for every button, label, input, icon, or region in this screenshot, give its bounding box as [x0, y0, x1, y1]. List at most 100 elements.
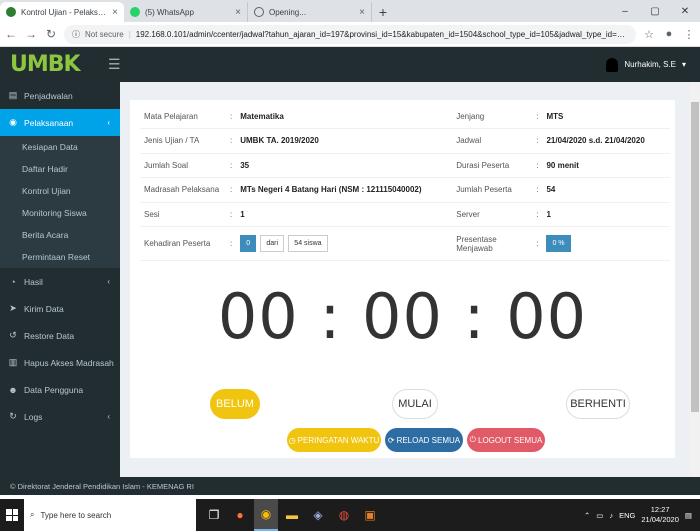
button-label: RELOAD SEMUA — [396, 435, 461, 445]
tab-opening[interactable]: Opening... × — [248, 2, 372, 22]
tab-title: (5) WhatsApp — [145, 7, 194, 17]
value-kehadiran: 0 dari 54 siswa — [236, 226, 453, 261]
mulai-button[interactable]: MULAI — [392, 389, 438, 419]
button-label: PERINGATAN WAKTU — [297, 435, 380, 445]
pdf-reader-icon[interactable]: ◍ — [332, 499, 356, 531]
reload-semua-button[interactable]: ⟳ RELOAD SEMUA — [385, 428, 463, 452]
countdown-timer: 00 : 00 : 00 — [217, 280, 588, 353]
window-controls: – ▢ ✕ — [610, 0, 700, 22]
sidebar-sub-berita-acara[interactable]: Berita Acara — [0, 224, 120, 246]
sidebar-item-label: Kirim Data — [24, 303, 64, 314]
logo[interactable]: UMBK — [0, 47, 120, 82]
colon: : — [532, 104, 543, 129]
address-bar[interactable]: ⓘ Not secure | 192.168.0.101/admin/ccent… — [64, 24, 636, 44]
maximize-icon[interactable]: ▢ — [640, 6, 670, 17]
power-icon: ⏻ — [469, 435, 476, 444]
colon: : — [226, 104, 237, 129]
sidebar-sub-kontrol-ujian[interactable]: Kontrol Ujian — [0, 180, 120, 202]
reload-icon[interactable]: ↻ — [44, 27, 58, 41]
url-text[interactable]: 192.168.0.101/admin/ccenter/jadwal?tahun… — [136, 30, 628, 39]
sidebar-item-hasil[interactable]: ◔ Hasil ‹ — [0, 268, 120, 295]
colon: : — [226, 153, 237, 178]
trash-icon: ▥ — [8, 357, 18, 367]
close-icon[interactable]: × — [235, 7, 241, 18]
main-content: Mata Pelajaran : Matematika Jenjang : MT… — [120, 82, 700, 477]
tab-kontrol-ujian[interactable]: Kontrol Ujian - Pelaksanaan - U × — [0, 2, 124, 22]
exam-action-buttons: ◷ PERINGATAN WAKTU ⟳ RELOAD SEMUA ⏻ LOGO… — [130, 428, 675, 452]
back-icon[interactable]: ← — [4, 27, 18, 41]
search-icon: ⌕ — [30, 510, 35, 519]
value-sesi: 1 — [236, 202, 453, 227]
close-icon[interactable]: × — [359, 7, 365, 18]
volume-icon[interactable]: ♪ — [609, 511, 613, 520]
peringatan-waktu-button[interactable]: ◷ PERINGATAN WAKTU — [287, 428, 381, 452]
page-scrollbar[interactable] — [690, 82, 700, 477]
info-icon[interactable]: ⓘ — [72, 29, 80, 40]
belum-button[interactable]: BELUM — [210, 389, 260, 419]
task-view-icon[interactable]: ❐ — [202, 499, 226, 531]
history-icon: ↻ — [9, 411, 17, 421]
user-avatar-icon — [606, 57, 619, 72]
app-icon[interactable]: ◈ — [306, 499, 330, 531]
language-indicator[interactable]: ENG — [619, 511, 635, 520]
user-menu[interactable]: Nurhakim, S.E ▾ — [606, 57, 700, 72]
close-window-icon[interactable]: ✕ — [670, 6, 700, 17]
close-icon[interactable]: × — [112, 7, 118, 18]
total-siswa-badge: 54 siswa — [288, 235, 328, 252]
label: Durasi Peserta — [452, 153, 533, 178]
chevron-left-icon: ‹ — [107, 277, 110, 286]
sidebar-item-label: Hasil — [24, 276, 43, 287]
value-jenjang: MTS — [542, 104, 670, 129]
colon: : — [226, 177, 237, 203]
sidebar-sub-monitoring-siswa[interactable]: Monitoring Siswa — [0, 202, 120, 224]
logout-semua-button[interactable]: ⏻ LOGOUT SEMUA — [467, 428, 545, 452]
new-tab-button[interactable]: + — [372, 2, 394, 22]
firefox-icon[interactable]: ● — [228, 499, 252, 531]
chrome-icon[interactable]: ◉ — [254, 499, 278, 531]
hadir-count-badge: 0 — [240, 235, 257, 252]
sidebar-item-penjadwalan[interactable]: ▤ Penjadwalan — [0, 82, 120, 109]
label: Jadwal — [452, 128, 533, 154]
browser-toolbar: ← → ↻ ⓘ Not secure | 192.168.0.101/admin… — [0, 22, 700, 47]
start-button[interactable] — [0, 499, 24, 531]
label: Server — [452, 202, 533, 227]
scrollbar-thumb[interactable] — [691, 102, 699, 412]
sidebar-sub-permintaan-reset[interactable]: Permintaan Reset — [0, 246, 120, 268]
sidebar: ▤ Penjadwalan ◉ Pelaksanaan ‹ Kesiapan D… — [0, 82, 120, 477]
sidebar-item-pelaksanaan[interactable]: ◉ Pelaksanaan ‹ — [0, 109, 120, 136]
taskbar-clock[interactable]: 12:27 21/04/2020 — [641, 505, 679, 525]
star-icon[interactable]: ☆ — [642, 28, 656, 41]
tab-whatsapp[interactable]: (5) WhatsApp × — [124, 2, 248, 22]
chevron-left-icon: ‹ — [107, 118, 110, 127]
hamburger-icon[interactable]: ☰ — [108, 56, 121, 73]
label: Madrasah Pelaksana — [140, 177, 226, 203]
berhenti-button[interactable]: BERHENTI — [566, 389, 630, 419]
sidebar-item-logs[interactable]: ↻ Logs ‹ — [0, 403, 120, 430]
sidebar-item-hapus-akses[interactable]: ▥ Hapus Akses Madrasah — [0, 349, 120, 376]
sidebar-item-kirim-data[interactable]: ➤ Kirim Data — [0, 295, 120, 322]
menu-dots-icon[interactable]: ⋮ — [682, 28, 696, 41]
browser-tabbar: Kontrol Ujian - Pelaksanaan - U × (5) Wh… — [0, 0, 700, 22]
sidebar-sub-daftar-hadir[interactable]: Daftar Hadir — [0, 158, 120, 180]
notification-icon[interactable]: ▤ — [685, 511, 692, 520]
chevron-up-icon[interactable]: ⌃ — [584, 511, 590, 520]
sidebar-item-restore-data[interactable]: ↺ Restore Data — [0, 322, 120, 349]
label: Jumlah Soal — [140, 153, 226, 178]
minimize-icon[interactable]: – — [610, 6, 640, 17]
value-jumlah-peserta: 54 — [542, 177, 670, 203]
table-row: Jumlah Soal : 35 Durasi Peserta : 90 men… — [140, 153, 670, 178]
office-app-icon[interactable]: ▣ — [358, 499, 382, 531]
sidebar-sub-kesiapan-data[interactable]: Kesiapan Data — [0, 136, 120, 158]
forward-icon[interactable]: → — [24, 27, 38, 41]
network-icon[interactable]: ▭ — [596, 511, 603, 520]
profile-icon[interactable]: ● — [662, 28, 676, 40]
restore-icon: ↺ — [9, 330, 17, 340]
value-mata-pelajaran: Matematika — [236, 104, 453, 129]
refresh-icon: ⟳ — [387, 435, 395, 445]
sidebar-item-data-pengguna[interactable]: ☻ Data Pengguna — [0, 376, 120, 403]
label: Jenjang — [452, 104, 533, 129]
label: Mata Pelajaran — [140, 104, 226, 129]
tab-title: Opening... — [269, 7, 306, 17]
taskbar-search[interactable]: ⌕ Type here to search — [24, 499, 196, 531]
file-explorer-icon[interactable]: ▬ — [280, 499, 304, 531]
